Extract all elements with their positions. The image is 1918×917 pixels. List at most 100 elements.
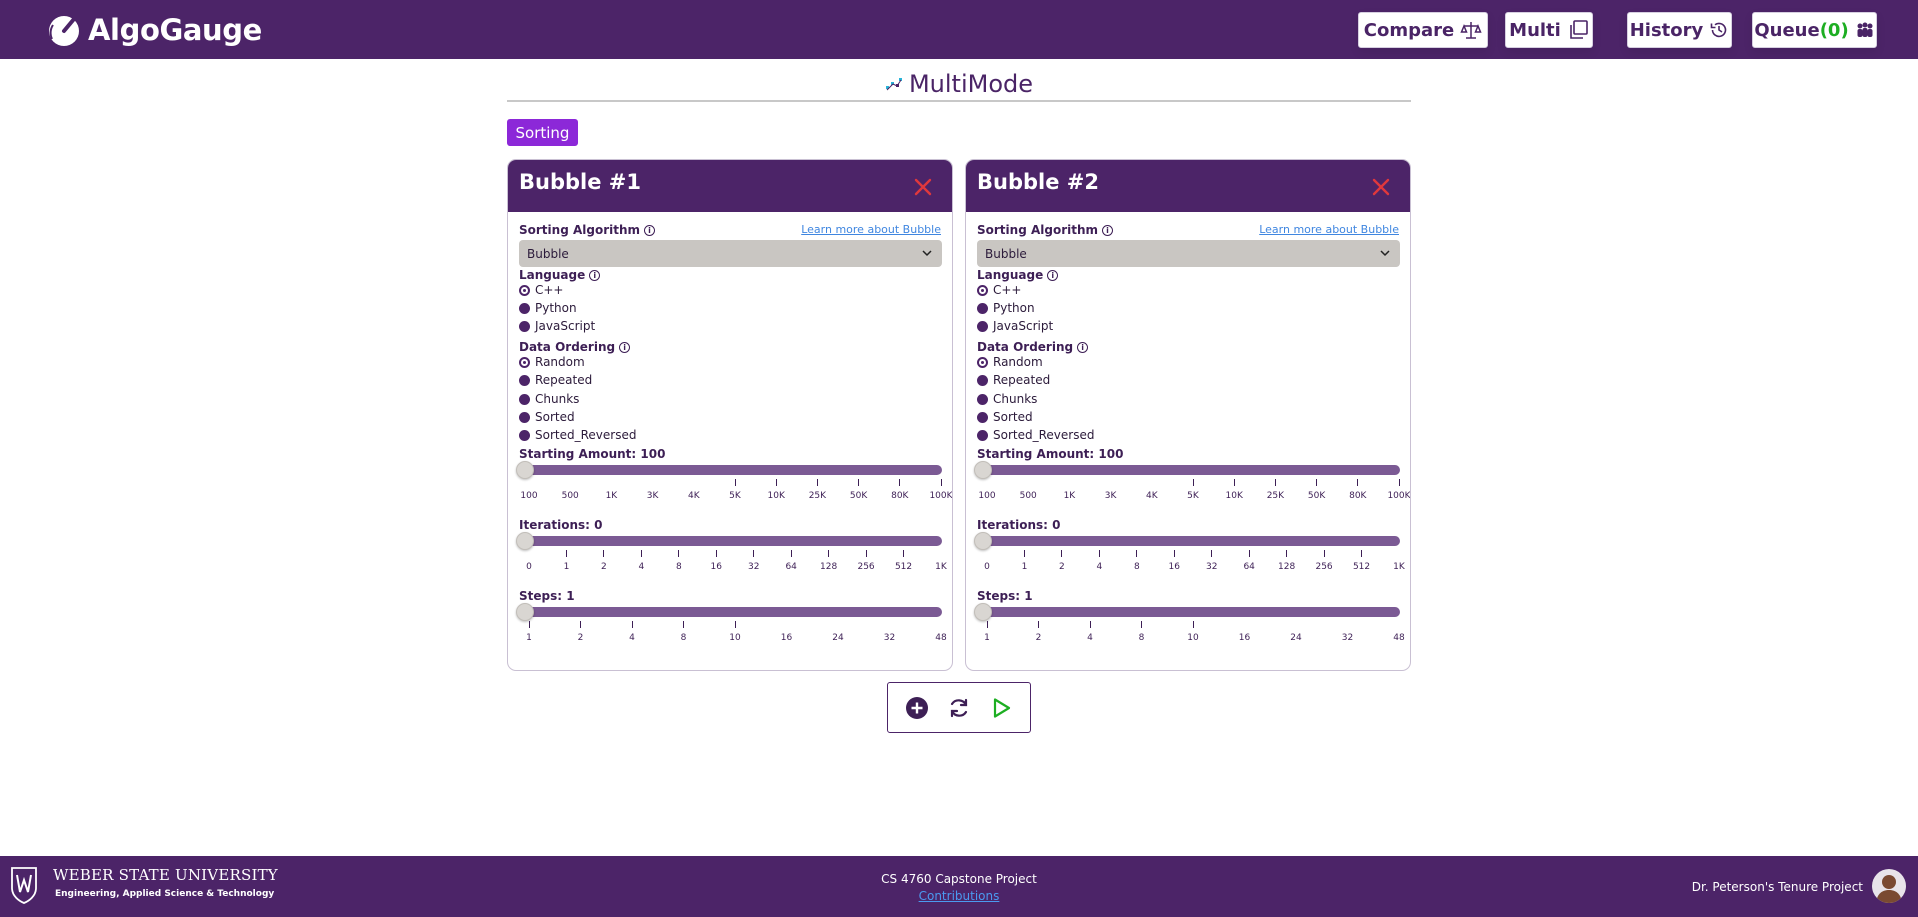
- radio-language-cpp[interactable]: C++: [519, 282, 564, 298]
- iterations-slider[interactable]: [974, 532, 1400, 550]
- tick-label: 25K: [808, 491, 827, 501]
- radio-button[interactable]: [977, 411, 988, 423]
- radio-ordering-repeated[interactable]: Repeated: [977, 372, 1050, 388]
- tick-label: 4K: [1145, 491, 1158, 501]
- iterations-slider[interactable]: [516, 532, 942, 550]
- radio-ordering-random[interactable]: Random: [977, 354, 1043, 370]
- category-tag-sorting[interactable]: Sorting: [507, 119, 578, 146]
- radio-ordering-chunks[interactable]: Chunks: [977, 391, 1037, 407]
- radio-button[interactable]: [977, 320, 988, 332]
- radio-ordering-sorted-reversed[interactable]: Sorted_Reversed: [519, 427, 636, 443]
- add-algorithm-button[interactable]: [904, 695, 930, 721]
- radio-button[interactable]: [519, 302, 530, 314]
- brand[interactable]: AlgoGauge: [44, 12, 262, 48]
- starting-amount-slider[interactable]: [974, 461, 1400, 479]
- slider-tick: 10: [720, 621, 750, 643]
- info-icon[interactable]: i: [589, 269, 601, 281]
- radio-button[interactable]: [519, 356, 530, 368]
- learn-more-link[interactable]: Learn more about Bubble: [1259, 223, 1399, 236]
- tick-label: 1K: [605, 491, 618, 501]
- info-icon[interactable]: i: [1077, 341, 1089, 353]
- radio-button[interactable]: [519, 320, 530, 332]
- radio-language-python[interactable]: Python: [519, 300, 577, 316]
- slider-tick: 8: [1127, 621, 1157, 643]
- iterations-label: Iterations: 0: [519, 518, 603, 532]
- radio-button[interactable]: [519, 411, 530, 423]
- tick-line: [1173, 550, 1175, 557]
- radio-ordering-random[interactable]: Random: [519, 354, 585, 370]
- radio-button[interactable]: [519, 429, 530, 441]
- info-icon[interactable]: i: [644, 224, 656, 236]
- reset-button[interactable]: [946, 695, 972, 721]
- radio-button[interactable]: [977, 356, 988, 368]
- tick-line: [1323, 550, 1325, 557]
- radio-ordering-chunks[interactable]: Chunks: [519, 391, 579, 407]
- radio-label: Repeated: [535, 373, 593, 387]
- slider-tick: 128: [814, 550, 844, 572]
- close-icon[interactable]: [1370, 176, 1392, 198]
- radio-ordering-sorted[interactable]: Sorted: [519, 409, 575, 425]
- tick-line: [986, 621, 988, 628]
- radio-button[interactable]: [519, 284, 530, 296]
- slider-tick: 50K: [1302, 479, 1332, 501]
- tick-label: 4K: [687, 491, 700, 501]
- tick-label: 32: [1205, 562, 1218, 572]
- slider-thumb[interactable]: [516, 603, 534, 621]
- tick-label: 4: [638, 562, 645, 572]
- slider-tick: 5K: [1178, 479, 1208, 501]
- steps-slider[interactable]: [974, 603, 1400, 621]
- tick-line: [1089, 621, 1091, 628]
- radio-language-python[interactable]: Python: [977, 300, 1035, 316]
- radio-label: Sorted_Reversed: [535, 428, 637, 442]
- slider-thumb[interactable]: [974, 532, 992, 550]
- radio-button[interactable]: [977, 302, 988, 314]
- slider-tick: 512: [1347, 550, 1377, 572]
- contributions-link[interactable]: Contributions: [919, 889, 1000, 903]
- tick-label: 512: [1352, 562, 1371, 572]
- radio-button[interactable]: [977, 429, 988, 441]
- radio-button[interactable]: [977, 393, 988, 405]
- learn-more-link[interactable]: Learn more about Bubble: [801, 223, 941, 236]
- radio-button[interactable]: [977, 284, 988, 296]
- tenure-text: Dr. Peterson's Tenure Project: [1691, 880, 1863, 894]
- run-button[interactable]: [988, 695, 1014, 721]
- radio-button[interactable]: [519, 393, 530, 405]
- radio-language-javascript[interactable]: JavaScript: [977, 318, 1053, 334]
- radio-button[interactable]: [977, 374, 988, 386]
- tick-line: [565, 550, 567, 557]
- close-icon[interactable]: [912, 176, 934, 198]
- tick-line: [734, 479, 736, 486]
- slider-tick: 10: [1178, 621, 1208, 643]
- radio-ordering-sorted[interactable]: Sorted: [977, 409, 1033, 425]
- history-button[interactable]: History: [1627, 12, 1732, 48]
- info-icon[interactable]: i: [1102, 224, 1114, 236]
- slider-thumb[interactable]: [974, 461, 992, 479]
- radio-button[interactable]: [519, 374, 530, 386]
- tick-line: [775, 479, 777, 486]
- info-icon[interactable]: i: [619, 341, 631, 353]
- starting-amount-slider[interactable]: [516, 461, 942, 479]
- slider-thumb[interactable]: [516, 532, 534, 550]
- tick-label: 10: [729, 633, 741, 643]
- tick-label: 32: [1341, 633, 1354, 643]
- algorithm-select[interactable]: Bubble: [977, 240, 1400, 267]
- chevron-down-icon: [1380, 250, 1390, 257]
- algorithm-select[interactable]: Bubble: [519, 240, 942, 267]
- compare-button[interactable]: Compare: [1358, 12, 1488, 48]
- slider-tick: 2: [1047, 550, 1077, 572]
- avatar[interactable]: [1872, 869, 1906, 903]
- steps-slider[interactable]: [516, 603, 942, 621]
- radio-ordering-repeated[interactable]: Repeated: [519, 372, 592, 388]
- tick-label: 256: [1315, 562, 1333, 572]
- radio-ordering-sorted-reversed[interactable]: Sorted_Reversed: [977, 427, 1094, 443]
- radio-language-javascript[interactable]: JavaScript: [519, 318, 595, 334]
- multi-button[interactable]: Multi: [1505, 12, 1593, 48]
- slider-thumb[interactable]: [516, 461, 534, 479]
- slider-tick: 24: [823, 621, 853, 643]
- queue-button[interactable]: Queue (0): [1752, 12, 1877, 48]
- radio-language-cpp[interactable]: C++: [977, 282, 1022, 298]
- info-icon[interactable]: i: [1047, 269, 1059, 281]
- language-label: Language i: [977, 268, 1059, 282]
- slider-thumb[interactable]: [974, 603, 992, 621]
- slider-tick: 1: [972, 621, 1002, 643]
